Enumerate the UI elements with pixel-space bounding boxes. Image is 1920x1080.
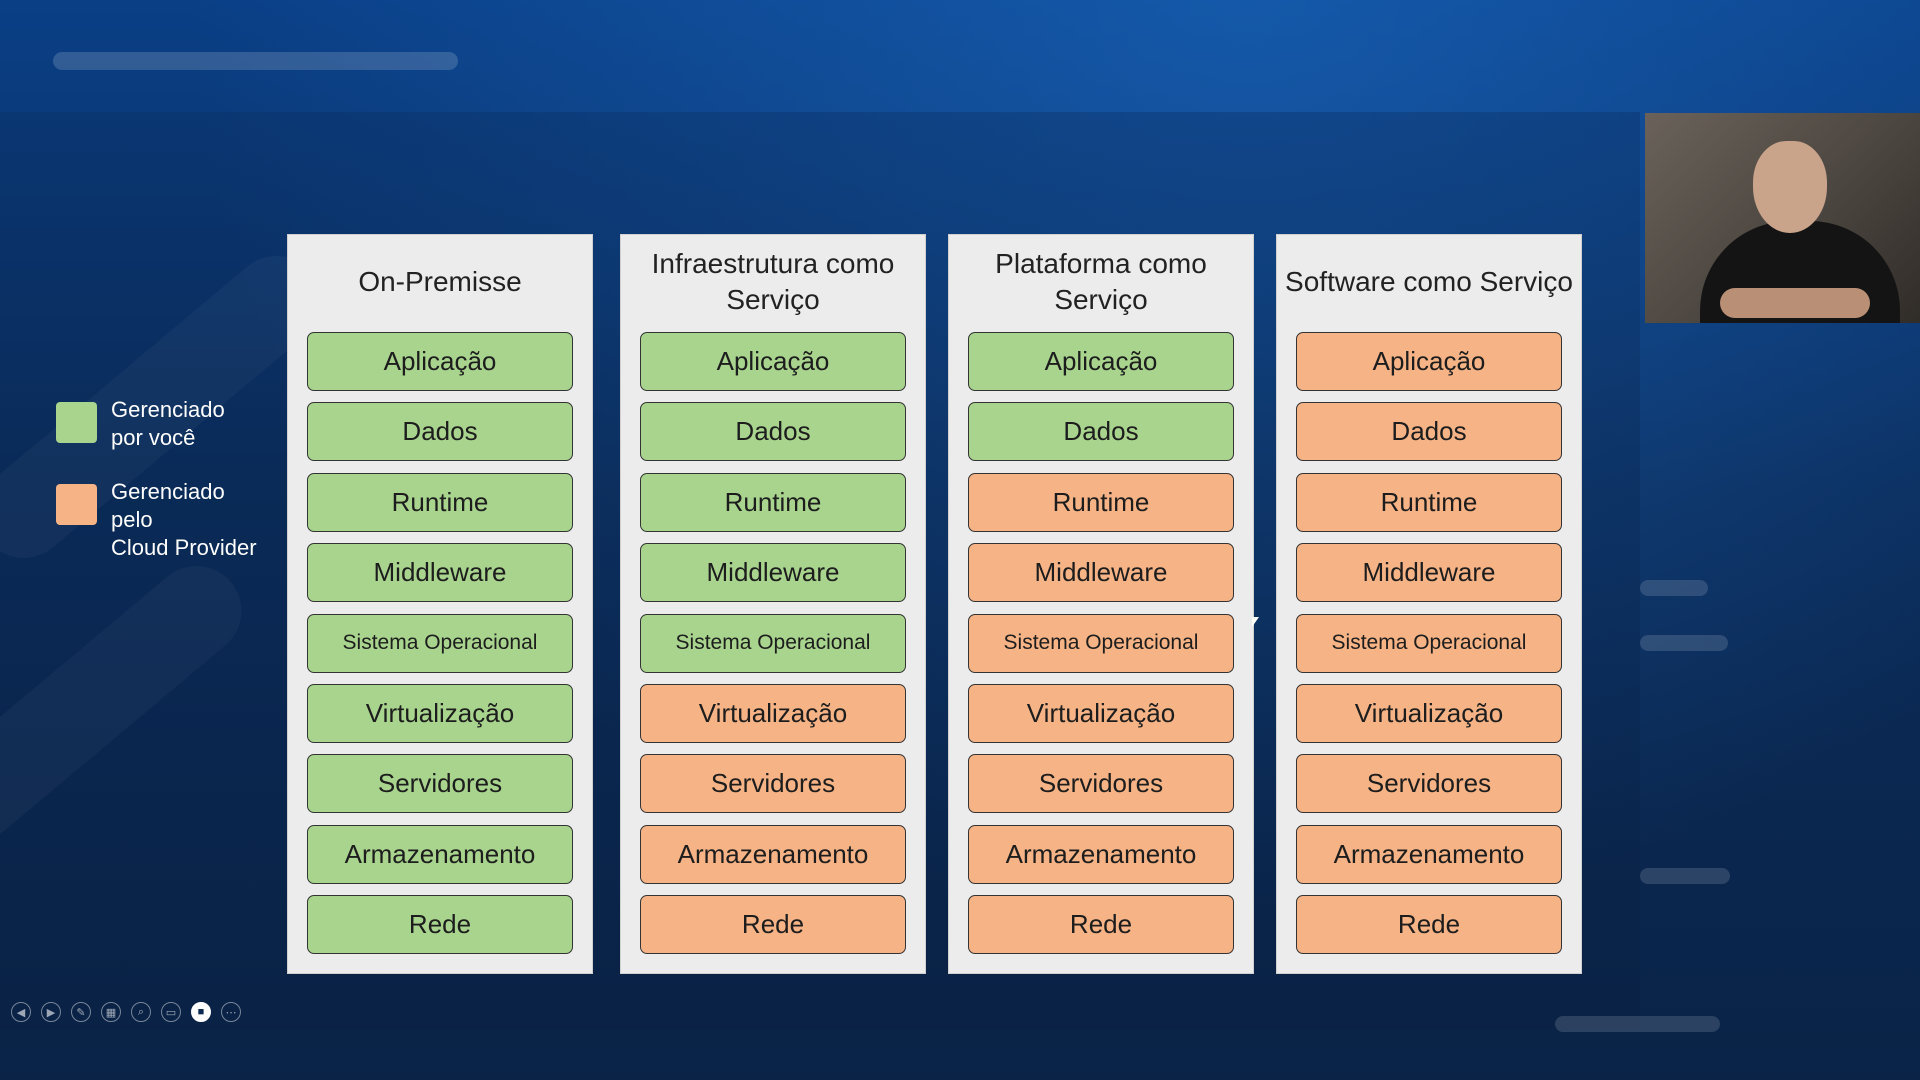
layer-runtime: Runtime xyxy=(968,472,1234,532)
layer-middleware: Middleware xyxy=(640,543,906,603)
layer-virtualizacao: Virtualização xyxy=(1296,683,1562,743)
layer-rede: Rede xyxy=(1296,895,1562,955)
layer-list: Aplicação Dados Runtime Middleware Siste… xyxy=(968,332,1234,966)
layer-sistema-operacional: Sistema Operacional xyxy=(640,613,906,673)
layer-middleware: Middleware xyxy=(307,543,573,603)
legend-label: Gerenciado pelo Cloud Provider xyxy=(111,479,257,560)
background-decoration xyxy=(1640,580,1708,596)
presenter-hands xyxy=(1720,288,1870,318)
layer-servidores: Servidores xyxy=(1296,754,1562,814)
presenter-toolbar: ◀ ▶ ✎ ▦ ⌕ ▭ ■ ⋯ xyxy=(11,1002,241,1022)
layer-aplicacao: Aplicação xyxy=(1296,332,1562,391)
background-decoration xyxy=(0,548,260,887)
layer-aplicacao: Aplicação xyxy=(307,332,573,391)
layer-sistema-operacional: Sistema Operacional xyxy=(1296,613,1562,673)
layer-sistema-operacional: Sistema Operacional xyxy=(307,613,573,673)
layer-dados: Dados xyxy=(1296,402,1562,462)
presentation-stage: Gerenciado por você Gerenciado pelo Clou… xyxy=(0,0,1920,1080)
layer-rede: Rede xyxy=(640,895,906,955)
layer-armazenamento: Armazenamento xyxy=(640,824,906,884)
window-title-placeholder xyxy=(53,52,458,70)
subtitles-icon[interactable]: ▭ xyxy=(161,1002,181,1022)
zoom-icon[interactable]: ⌕ xyxy=(131,1002,151,1022)
background-decoration xyxy=(1640,635,1728,651)
column-iaas: Infraestrutura como Serviço Aplicação Da… xyxy=(620,234,926,974)
column-title: Infraestrutura como Serviço xyxy=(651,248,895,315)
layer-servidores: Servidores xyxy=(968,754,1234,814)
layer-aplicacao: Aplicação xyxy=(968,332,1234,391)
layer-runtime: Runtime xyxy=(307,472,573,532)
more-options-icon[interactable]: ⋯ xyxy=(221,1002,241,1022)
layer-list: Aplicação Dados Runtime Middleware Siste… xyxy=(307,332,573,966)
layer-virtualizacao: Virtualização xyxy=(307,683,573,743)
column-saas: Software como Serviço Aplicação Dados Ru… xyxy=(1276,234,1582,974)
layer-armazenamento: Armazenamento xyxy=(968,824,1234,884)
layer-virtualizacao: Virtualização xyxy=(640,683,906,743)
layer-dados: Dados xyxy=(640,402,906,462)
legend-swatch xyxy=(56,484,97,525)
layer-servidores: Servidores xyxy=(307,754,573,814)
legend-swatch xyxy=(56,402,97,443)
layer-runtime: Runtime xyxy=(640,472,906,532)
column-title: Plataforma como Serviço xyxy=(995,248,1207,315)
layer-list: Aplicação Dados Runtime Middleware Siste… xyxy=(640,332,906,966)
column-title: Software como Serviço xyxy=(1285,266,1573,297)
layer-dados: Dados xyxy=(307,402,573,462)
presenter-head xyxy=(1753,141,1827,233)
legend: Gerenciado por você Gerenciado pelo Clou… xyxy=(56,396,276,588)
layer-middleware: Middleware xyxy=(968,543,1234,603)
column-title: On-Premisse xyxy=(358,266,522,297)
all-slides-icon[interactable]: ▦ xyxy=(101,1002,121,1022)
layer-servidores: Servidores xyxy=(640,754,906,814)
layer-sistema-operacional: Sistema Operacional xyxy=(968,613,1234,673)
layer-list: Aplicação Dados Runtime Middleware Siste… xyxy=(1296,332,1562,966)
background-decoration xyxy=(1640,868,1730,884)
legend-item-managed-by-provider: Gerenciado pelo Cloud Provider xyxy=(56,478,276,562)
layer-runtime: Runtime xyxy=(1296,472,1562,532)
previous-slide-icon[interactable]: ◀ xyxy=(11,1002,31,1022)
layer-armazenamento: Armazenamento xyxy=(1296,824,1562,884)
legend-label: Gerenciado por você xyxy=(111,397,225,450)
layer-aplicacao: Aplicação xyxy=(640,332,906,391)
pen-icon[interactable]: ✎ xyxy=(71,1002,91,1022)
layer-rede: Rede xyxy=(968,895,1234,955)
column-paas: Plataforma como Serviço Aplicação Dados … xyxy=(948,234,1254,974)
mouse-cursor-icon xyxy=(1252,617,1259,627)
layer-dados: Dados xyxy=(968,402,1234,462)
layer-virtualizacao: Virtualização xyxy=(968,683,1234,743)
column-on-premisse: On-Premisse Aplicação Dados Runtime Midd… xyxy=(287,234,593,974)
camera-icon[interactable]: ■ xyxy=(191,1002,211,1022)
presenter-webcam xyxy=(1645,113,1920,323)
layer-middleware: Middleware xyxy=(1296,543,1562,603)
next-slide-icon[interactable]: ▶ xyxy=(41,1002,61,1022)
layer-rede: Rede xyxy=(307,895,573,955)
legend-item-managed-by-you: Gerenciado por você xyxy=(56,396,276,452)
layer-armazenamento: Armazenamento xyxy=(307,824,573,884)
background-decoration xyxy=(1555,1016,1720,1032)
